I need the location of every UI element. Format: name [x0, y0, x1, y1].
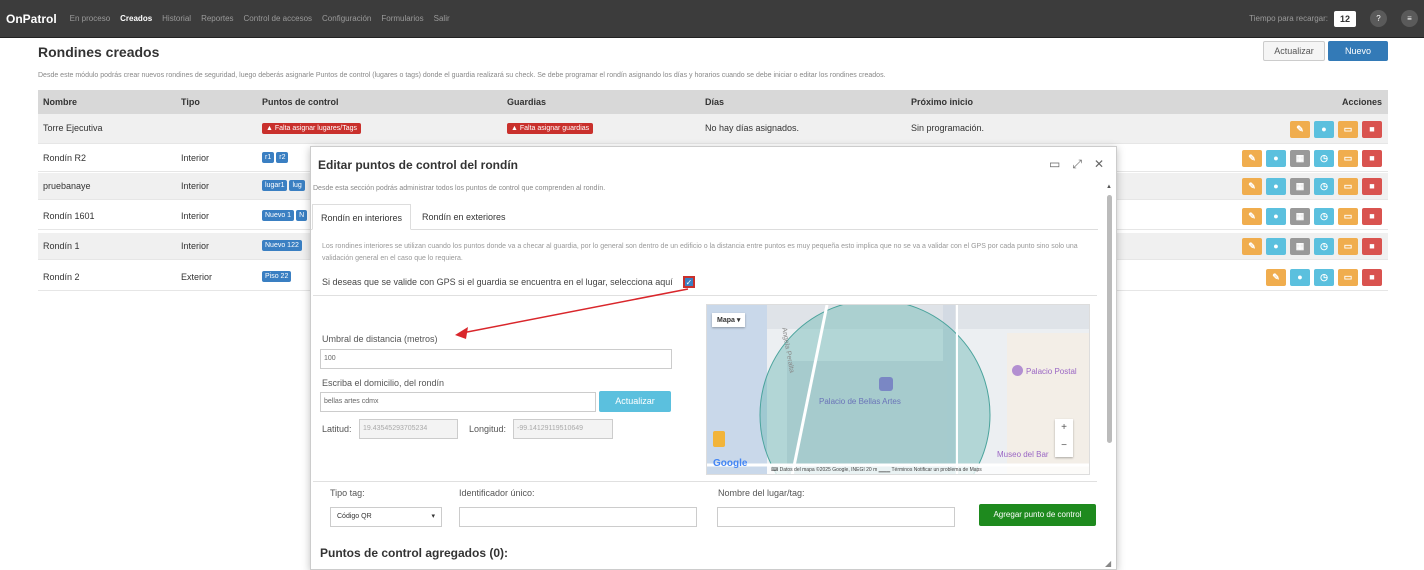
- annotation-arrow: [455, 288, 689, 339]
